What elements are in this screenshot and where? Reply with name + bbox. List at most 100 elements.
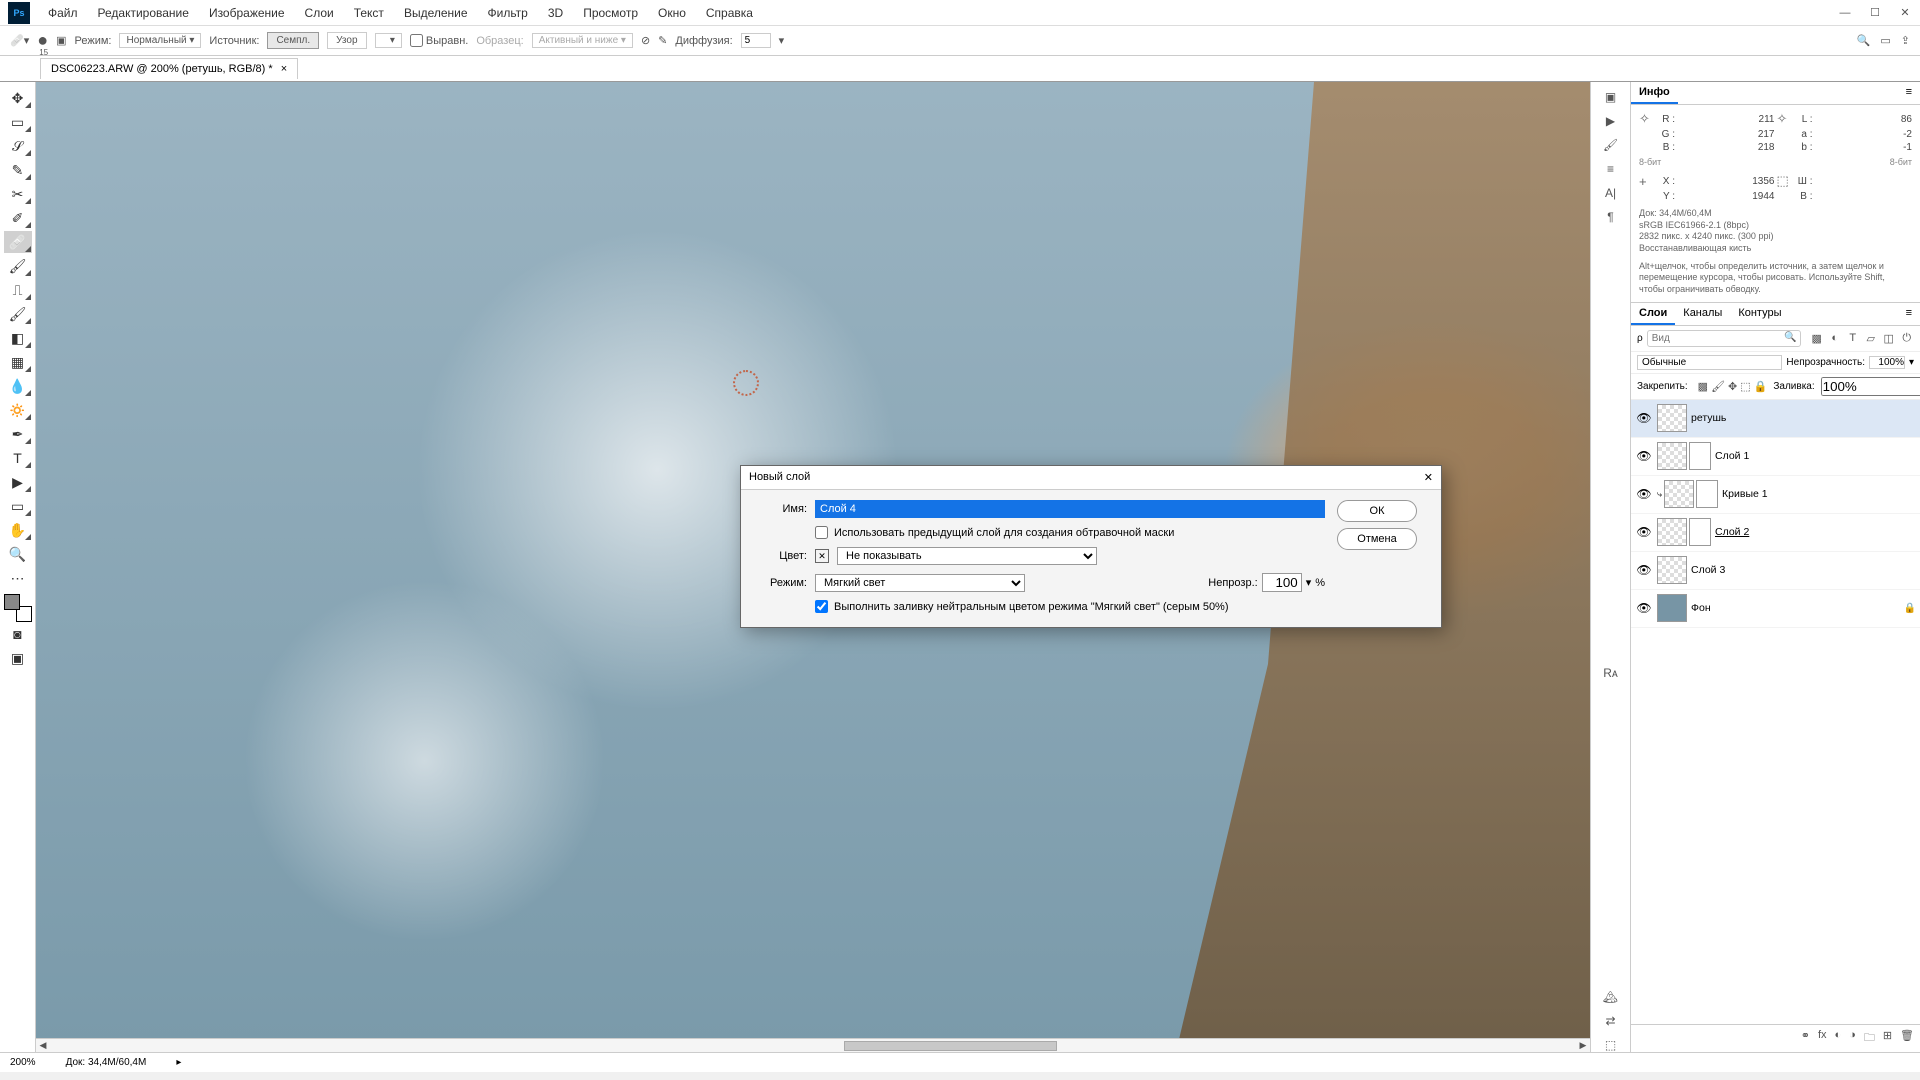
type-tool[interactable]: T [4,447,32,469]
brush-panel-icon[interactable]: ▣ [56,34,66,47]
ok-button[interactable]: ОК [1337,500,1417,522]
menu-help[interactable]: Справка [696,2,763,24]
lock-nest-icon[interactable]: ⬚ [1740,380,1750,393]
layer-name[interactable]: Слой 1 [1715,450,1749,462]
filter-pixel[interactable]: ▩ [1809,332,1825,345]
props-icon[interactable]: ⬚ [1605,1038,1616,1052]
layer-row[interactable]: 👁 Слой 3 [1631,552,1920,590]
tool-preset-icon[interactable]: 🩹▾ [10,34,29,47]
learn-icon[interactable]: Rᴀ [1603,666,1618,680]
layer-name[interactable]: Слой 2 [1715,526,1749,538]
clip-mask-chk[interactable] [815,526,828,539]
paragraph-icon[interactable]: ¶ [1607,210,1613,224]
layer-thumb[interactable] [1657,594,1687,622]
brushes-icon[interactable]: 🖌 [1603,138,1618,152]
menu-window[interactable]: Окно [648,2,696,24]
crop-tool[interactable]: ✂ [4,183,32,205]
filter-type[interactable]: T [1845,332,1861,345]
filter-shape[interactable]: ▱ [1863,332,1879,345]
layer-color-dd[interactable]: Не показывать [837,547,1097,565]
source-pattern[interactable]: Узор [327,32,366,49]
layer-row[interactable]: 👁 Слой 1 [1631,438,1920,476]
visibility-icon[interactable]: 👁 [1635,487,1653,501]
menu-layers[interactable]: Слои [295,2,344,24]
healing-tool[interactable]: 🩹 [4,231,32,253]
document-tab[interactable]: DSC06223.ARW @ 200% (ретушь, RGB/8) * × [40,58,298,79]
lock-paint-icon[interactable]: 🖌 [1711,380,1725,393]
menu-filter[interactable]: Фильтр [478,2,538,24]
panel-menu-icon[interactable]: ≡ [1898,82,1920,104]
styles-icon[interactable]: A| [1605,186,1616,200]
brush-size[interactable]: 15 [39,48,48,57]
blend-mode-dd[interactable]: Нормальный ▾ [119,33,201,48]
layer-mask-thumb[interactable] [1696,480,1718,508]
cancel-button[interactable]: Отмена [1337,528,1417,550]
filter-adj[interactable]: ◐ [1827,332,1843,345]
scroll-h[interactable]: ◀ ▶ [36,1038,1590,1052]
lasso-tool[interactable]: 𝒮 [4,135,32,157]
visibility-icon[interactable]: 👁 [1635,601,1653,615]
history-icon[interactable]: ▣ [1605,90,1616,104]
zoom-tool[interactable]: 🔍 [4,543,32,565]
layer-search[interactable] [1647,330,1801,347]
layer-row[interactable]: 👁⤷Кривые 1 [1631,476,1920,514]
layer-fill[interactable] [1821,377,1920,396]
workspace-icon[interactable]: ▭ [1880,34,1890,47]
lock-trans-icon[interactable]: ▩ [1698,380,1708,393]
layer-row[interactable]: 👁Фон🔒 [1631,590,1920,628]
menu-file[interactable]: Файл [38,2,88,24]
ignore-adj-icon[interactable]: ⊘ [641,34,650,47]
path-select-tool[interactable]: ▶ [4,471,32,493]
blur-tool[interactable]: 💧 [4,375,32,397]
dodge-tool[interactable]: 🔅 [4,399,32,421]
layer-name[interactable]: Слой 3 [1691,564,1725,576]
group-icon[interactable]: 🗀 [1864,1029,1875,1048]
quick-mask[interactable]: ◙ [4,623,32,645]
pattern-dd[interactable]: ▾ [375,33,402,48]
close-tab-icon[interactable]: × [281,63,287,75]
diff-input[interactable] [741,33,771,48]
lock-pos-icon[interactable]: ✥ [1728,380,1737,393]
search-icon[interactable]: 🔍 [1857,34,1871,47]
layer-name[interactable]: Кривые 1 [1722,488,1768,500]
visibility-icon[interactable]: 👁 [1635,449,1653,463]
layer-name-input[interactable] [815,500,1325,518]
menu-3d[interactable]: 3D [538,2,573,24]
align-icon[interactable]: ≡ [1607,162,1614,176]
layer-thumb[interactable] [1657,556,1687,584]
menu-text[interactable]: Текст [344,2,394,24]
layer-opacity[interactable] [1869,356,1905,369]
actions-icon[interactable]: ▶ [1606,114,1615,128]
screen-mode[interactable]: ▣ [4,647,32,669]
window-min[interactable]: — [1830,0,1860,26]
eraser-tool[interactable]: ◧ [4,327,32,349]
menu-image[interactable]: Изображение [199,2,295,24]
layer-thumb[interactable] [1657,518,1687,546]
visibility-icon[interactable]: 👁 [1635,525,1653,539]
zoom-value[interactable]: 200% [10,1057,36,1068]
history-brush-tool[interactable]: 🖌 [4,303,32,325]
filter-toggle[interactable]: ⏻ [1899,332,1915,345]
eyedropper-tool[interactable]: ✐ [4,207,32,229]
layer-name[interactable]: ретушь [1691,412,1726,424]
layer-thumb[interactable] [1664,480,1694,508]
layer-op-input[interactable] [1262,573,1302,592]
layer-mask-thumb[interactable] [1689,518,1711,546]
window-close[interactable]: ✕ [1890,0,1920,26]
visibility-icon[interactable]: 👁 [1635,563,1653,577]
layer-row[interactable]: 👁ретушь [1631,400,1920,438]
layer-blend-dd[interactable]: Обычные [1637,355,1782,370]
color-swatches[interactable] [4,594,32,622]
dialog-close-icon[interactable]: ✕ [1424,471,1433,484]
edit-toolbar[interactable]: ⋯ [4,567,32,589]
hand-tool[interactable]: ✋ [4,519,32,541]
paths-tab[interactable]: Контуры [1730,303,1789,325]
layer-row[interactable]: 👁 Слой 2 [1631,514,1920,552]
stamp-tool[interactable]: ⎍ [4,279,32,301]
adj-icon[interactable]: ◑ [1849,1029,1856,1048]
gradient-tool[interactable]: ▦ [4,351,32,373]
libraries-icon[interactable]: 🏔 [1603,990,1618,1004]
pen-tool[interactable]: ✒ [4,423,32,445]
source-sampled[interactable]: Семпл. [267,32,319,49]
move-tool[interactable]: ✥ [4,87,32,109]
